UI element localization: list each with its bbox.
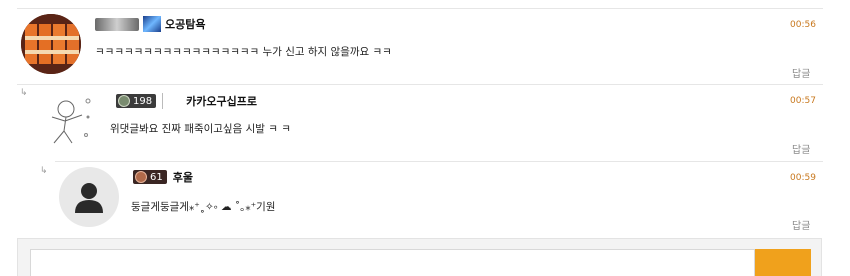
avatar[interactable]: [21, 14, 81, 74]
comment-text: 위댓글봐요 진짜 패죽이고싶음 시발 ㅋ ㅋ: [110, 123, 291, 135]
reply-button[interactable]: 답글: [792, 141, 810, 156]
avatar[interactable]: [40, 93, 96, 149]
comment-header: 198 카카오구십프로: [116, 93, 257, 109]
comment-item-2: ↳ 198 카카오구십프로 00:57 위댓글봐요 진짜 패죽이고싶음 시발 ㅋ…: [0, 85, 850, 160]
level-icon: [118, 95, 130, 107]
comment-write-area: [17, 238, 822, 276]
nickname[interactable]: 카카오구십프로: [186, 93, 257, 109]
level-badge: 61: [133, 170, 167, 184]
comment-time: 00:56: [790, 20, 816, 30]
user-silhouette-icon: [75, 183, 103, 213]
level-number: 198: [133, 95, 153, 107]
comment-item-1: 오공탐욕 00:56 ㅋㅋㅋㅋㅋㅋㅋㅋㅋㅋㅋㅋㅋㅋㅋㅋㅋ 누가 신고 하지 않을…: [0, 9, 850, 84]
avatar-image: [21, 14, 81, 74]
comment-header: 오공탐욕: [95, 16, 205, 32]
comment-time: 00:59: [790, 173, 816, 183]
comment-time: 00:57: [790, 96, 816, 106]
comment-header: 61 후울: [133, 169, 193, 185]
nickname[interactable]: 오공탐욕: [165, 16, 205, 32]
nickname[interactable]: 후울: [173, 169, 193, 185]
avatar-sketch-image: [51, 98, 91, 144]
reply-arrow-icon: ↳: [40, 166, 48, 176]
level-badge: 198: [116, 94, 157, 108]
level-badge-icon: [95, 17, 139, 31]
default-avatar[interactable]: [59, 167, 119, 227]
level-icon: [135, 171, 147, 183]
reply-arrow-icon: ↳: [20, 88, 28, 98]
comment-item-3: ↳ 61 후울 00:59 둥글게둥글게⁎⁺˳✧༚ ☁ ˚｡⁎⁺기원 답글: [0, 162, 850, 237]
comment-text: 둥글게둥글게⁎⁺˳✧༚ ☁ ˚｡⁎⁺기원: [131, 201, 276, 213]
comment-text: ㅋㅋㅋㅋㅋㅋㅋㅋㅋㅋㅋㅋㅋㅋㅋㅋㅋ 누가 신고 하지 않을까요 ㅋㅋ: [95, 46, 392, 58]
comment-input[interactable]: [30, 249, 755, 276]
reply-button[interactable]: 답글: [792, 65, 810, 80]
submit-button[interactable]: [755, 249, 811, 276]
sketch-icon: [162, 93, 182, 109]
level-number: 61: [150, 171, 163, 183]
reply-button[interactable]: 답글: [792, 217, 810, 232]
crest-icon: [143, 16, 161, 32]
